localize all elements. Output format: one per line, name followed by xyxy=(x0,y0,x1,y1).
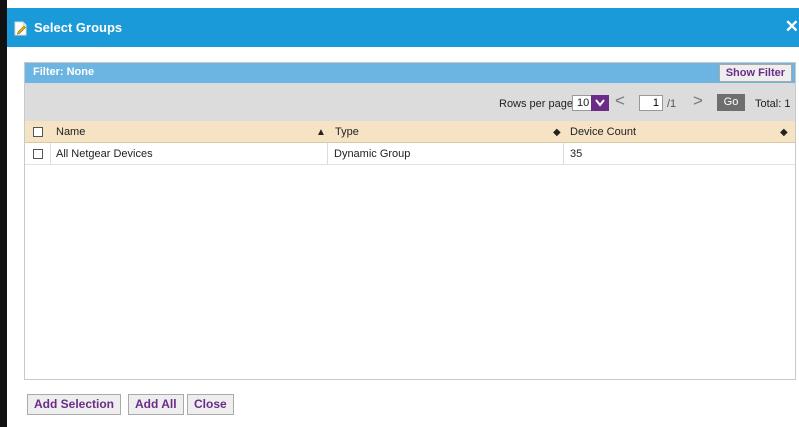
select-all-checkbox[interactable] xyxy=(33,127,43,137)
row-device-count: 35 xyxy=(570,148,583,160)
select-groups-dialog: Select Groups ✕ Filter: None Show Filter… xyxy=(7,8,799,427)
row-type: Dynamic Group xyxy=(334,148,411,160)
table-header: Name ▲ Type ◆ Device Count ◆ xyxy=(25,121,795,143)
close-icon[interactable]: ✕ xyxy=(785,17,799,37)
add-selection-button[interactable]: Add Selection xyxy=(27,394,122,415)
column-divider xyxy=(563,143,564,165)
column-header-type[interactable]: Type xyxy=(335,126,359,138)
pagination-bar: Rows per page 10 < 1 /1 > Go Total: 1 xyxy=(25,83,795,121)
sort-ascending-icon[interactable]: ▲ xyxy=(316,127,326,138)
row-checkbox[interactable] xyxy=(33,149,43,159)
page-number-input[interactable]: 1 xyxy=(639,95,663,111)
go-button[interactable]: Go xyxy=(717,94,745,111)
document-edit-icon xyxy=(13,21,28,36)
rows-per-page-value: 10 xyxy=(577,97,590,109)
sort-icon[interactable]: ◆ xyxy=(553,127,561,138)
filter-bar: Filter: None Show Filter xyxy=(25,63,795,83)
groups-grid-panel: Filter: None Show Filter Rows per page 1… xyxy=(24,62,796,380)
filter-status: Filter: None xyxy=(33,66,95,78)
chevron-down-icon[interactable] xyxy=(591,95,609,111)
column-header-name[interactable]: Name xyxy=(56,126,85,138)
rows-per-page-label: Rows per page xyxy=(499,98,573,110)
column-header-device-count[interactable]: Device Count xyxy=(570,126,636,138)
next-page-button[interactable]: > xyxy=(693,91,703,111)
prev-page-button[interactable]: < xyxy=(615,91,625,111)
column-divider xyxy=(50,143,51,165)
add-all-button[interactable]: Add All xyxy=(128,394,184,415)
table-row[interactable]: All Netgear Devices Dynamic Group 35 xyxy=(25,143,795,165)
window-edge xyxy=(0,0,7,427)
close-button[interactable]: Close xyxy=(187,394,234,415)
dialog-titlebar: Select Groups ✕ xyxy=(7,8,799,47)
sort-icon[interactable]: ◆ xyxy=(780,127,788,138)
dialog-title: Select Groups xyxy=(34,20,123,35)
row-name: All Netgear Devices xyxy=(56,148,153,160)
total-count: Total: 1 xyxy=(755,98,791,110)
page-count: /1 xyxy=(667,98,677,110)
column-divider xyxy=(327,143,328,165)
show-filter-button[interactable]: Show Filter xyxy=(718,64,792,82)
